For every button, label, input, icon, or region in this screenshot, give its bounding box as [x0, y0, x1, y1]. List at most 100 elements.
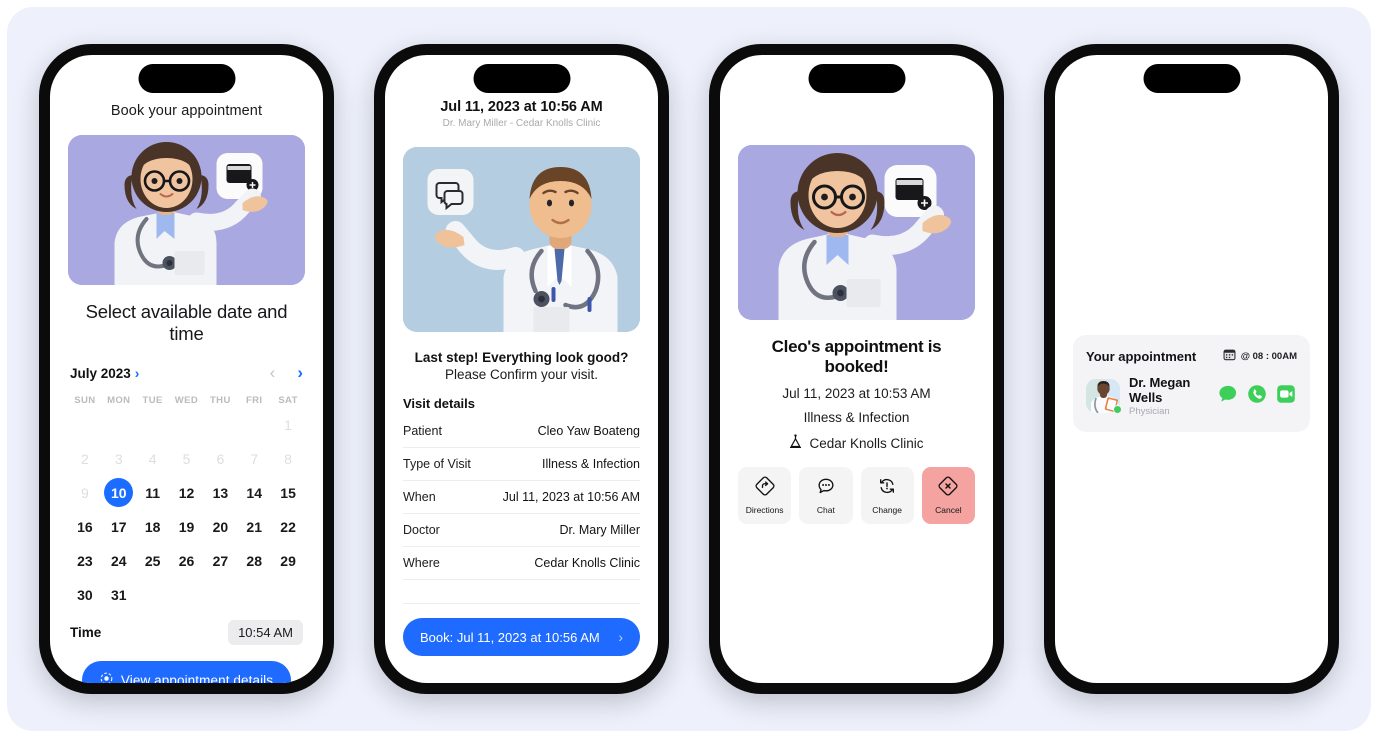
calendar-weekday: THU — [209, 395, 231, 406]
visit-detail-row: Where Cedar Knolls Clinic — [403, 547, 640, 580]
dynamic-island — [473, 64, 570, 93]
calendar-day[interactable]: 31 — [102, 580, 136, 609]
booked-confirmation-title: Cleo's appointment is booked! — [771, 337, 942, 376]
calendar-day[interactable]: 23 — [68, 546, 102, 575]
screen-booked: Cleo's appointment is booked! Jul 11, 20… — [720, 55, 993, 683]
action-button-directions[interactable]: Directions — [738, 467, 792, 524]
message-bubble-icon[interactable] — [1217, 383, 1239, 410]
calendar-icon — [1223, 348, 1236, 364]
dynamic-island — [1143, 64, 1240, 93]
booked-visit-type: Illness & Infection — [803, 410, 910, 425]
visit-detail-value: Illness & Infection — [542, 457, 640, 471]
confirm-headline: Last step! Everything look good? — [414, 350, 629, 365]
calendar-day[interactable]: 13 — [203, 478, 237, 507]
action-button-label: Change — [872, 505, 903, 515]
calendar-day: 2 — [81, 450, 89, 467]
prev-month-icon[interactable]: ‹ — [270, 363, 276, 383]
calendar-day[interactable]: 30 — [68, 580, 102, 609]
calendar-day: 1 — [284, 416, 292, 433]
calendar-day[interactable]: 24 — [102, 546, 136, 575]
time-row: Time 10:54 AM — [68, 620, 305, 645]
appointment-time-badge: @ 08 : 00AM — [1223, 348, 1297, 364]
book-appointment-button[interactable]: Book: Jul 11, 2023 at 10:56 AM › — [403, 618, 640, 656]
booked-location-label: Cedar Knolls Clinic — [809, 435, 924, 451]
dynamic-island — [138, 64, 235, 93]
calendar-month-selector[interactable]: July 2023 › — [70, 365, 139, 381]
hero-illustration-male-doctor — [403, 147, 640, 332]
calendar-day[interactable]: 21 — [237, 512, 271, 541]
calendar-day: 5 — [182, 450, 191, 467]
calendar-day[interactable]: 28 — [237, 546, 271, 575]
phone-mockup-confirm: Jul 11, 2023 at 10:56 AM Dr. Mary Miller… — [374, 44, 669, 694]
action-button-cancel[interactable]: Cancel — [921, 467, 975, 524]
booked-location-row: Cedar Knolls Clinic — [738, 434, 975, 452]
clinic-pin-icon — [789, 434, 802, 452]
calendar-day[interactable]: 20 — [203, 512, 237, 541]
visit-detail-value: Dr. Mary Miller — [559, 523, 640, 537]
doctor-info: Dr. Megan Wells Physician — [1086, 375, 1217, 417]
calendar-weekday: TUE — [142, 395, 163, 406]
visit-detail-row: Doctor Dr. Mary Miller — [403, 514, 640, 547]
appointment-doctor-clinic: Dr. Mary Miller - Cedar Knolls Clinic — [442, 118, 601, 129]
calendar-weekday-header: SUN MON TUE WED THU FRI SAT — [68, 395, 305, 406]
calendar-day: 3 — [114, 450, 123, 467]
visit-detail-key: Type of Visit — [403, 457, 471, 471]
calendar-day[interactable]: 18 — [136, 512, 170, 541]
calendar-day: 4 — [148, 450, 157, 467]
calendar-weekday: SAT — [278, 395, 298, 406]
calendar-day[interactable]: 11 — [136, 478, 170, 507]
action-button-change[interactable]: Change — [860, 467, 914, 524]
calendar-day[interactable]: 17 — [102, 512, 136, 541]
next-month-icon[interactable]: › — [297, 363, 303, 383]
confirm-prompt: Last step! Everything look good? Please … — [403, 350, 640, 382]
view-appointment-details-label: View appointment details — [120, 672, 274, 684]
calendar-day-selected[interactable]: 10 — [102, 478, 136, 507]
video-camera-icon[interactable] — [1275, 383, 1297, 410]
chevron-right-icon: › — [134, 365, 140, 381]
doctor-role: Physician — [1129, 406, 1170, 417]
visit-detail-key: When — [403, 490, 436, 504]
calendar-weekday: WED — [174, 395, 199, 406]
visit-detail-row: Type of Visit Illness & Infection — [403, 448, 640, 481]
phone-call-icon[interactable] — [1246, 383, 1268, 410]
visit-detail-value: Jul 11, 2023 at 10:56 AM — [502, 490, 640, 504]
visit-details-section-title: Visit details — [403, 396, 476, 411]
calendar-day: 9 — [81, 484, 89, 501]
calendar-day[interactable]: 22 — [271, 512, 305, 541]
booked-datetime: Jul 11, 2023 at 10:53 AM — [782, 386, 931, 401]
calendar-day[interactable]: 29 — [271, 546, 305, 575]
confirm-subline: Please Confirm your visit. — [444, 367, 599, 382]
phone-mockups-row: Book your appointment Select available d… — [0, 0, 1378, 738]
phone-mockup-appointment-card: Your appointment @ 08: 00AM Dr. Megan W… — [1044, 44, 1339, 694]
cancel-x-diamond-icon — [938, 476, 958, 501]
calendar-day-label: 10 — [104, 478, 134, 507]
chevron-right-icon: › — [618, 629, 623, 645]
phone-mockup-booked: Cleo's appointment is booked! Jul 11, 20… — [709, 44, 1004, 694]
appointment-time-text: @ 08 : 00AM — [1240, 350, 1297, 362]
action-button-chat[interactable]: Chat — [799, 467, 853, 524]
calendar-day[interactable]: 25 — [136, 546, 170, 575]
appointment-datetime-title: Jul 11, 2023 at 10:56 AM — [440, 99, 603, 115]
calendar-day[interactable]: 19 — [170, 512, 204, 541]
screen-booking: Book your appointment Select available d… — [50, 55, 323, 683]
calendar-day[interactable]: 27 — [203, 546, 237, 575]
visit-detail-row: When Jul 11, 2023 at 10:56 AM — [403, 481, 640, 514]
calendar-day[interactable]: 14 — [237, 478, 271, 507]
doctor-avatar — [1086, 379, 1122, 414]
appointment-actions: Directions Chat Change Cancel — [738, 467, 975, 524]
calendar-weekday: MON — [107, 395, 131, 406]
time-value-chip[interactable]: 10:54 AM — [228, 620, 303, 645]
calendar-day[interactable]: 12 — [170, 478, 204, 507]
visit-detail-row: Patient Cleo Yaw Boateng — [403, 415, 640, 448]
hero-illustration-female-doctor — [738, 145, 975, 320]
page-title: Book your appointment — [110, 103, 263, 119]
calendar-day[interactable]: 26 — [170, 546, 204, 575]
visit-detail-key: Where — [403, 556, 440, 570]
calendar-day[interactable]: 16 — [68, 512, 102, 541]
change-refresh-icon — [877, 476, 897, 501]
calendar-day[interactable]: 15 — [271, 478, 305, 507]
phone-mockup-booking: Book your appointment Select available d… — [39, 44, 334, 694]
view-appointment-details-button[interactable]: View appointment details — [81, 661, 292, 684]
screen-appointment-card: Your appointment @ 08: 00AM Dr. Megan W… — [1055, 55, 1328, 683]
confirm-header: Jul 11, 2023 at 10:56 AM Dr. Mary Miller… — [403, 99, 640, 129]
